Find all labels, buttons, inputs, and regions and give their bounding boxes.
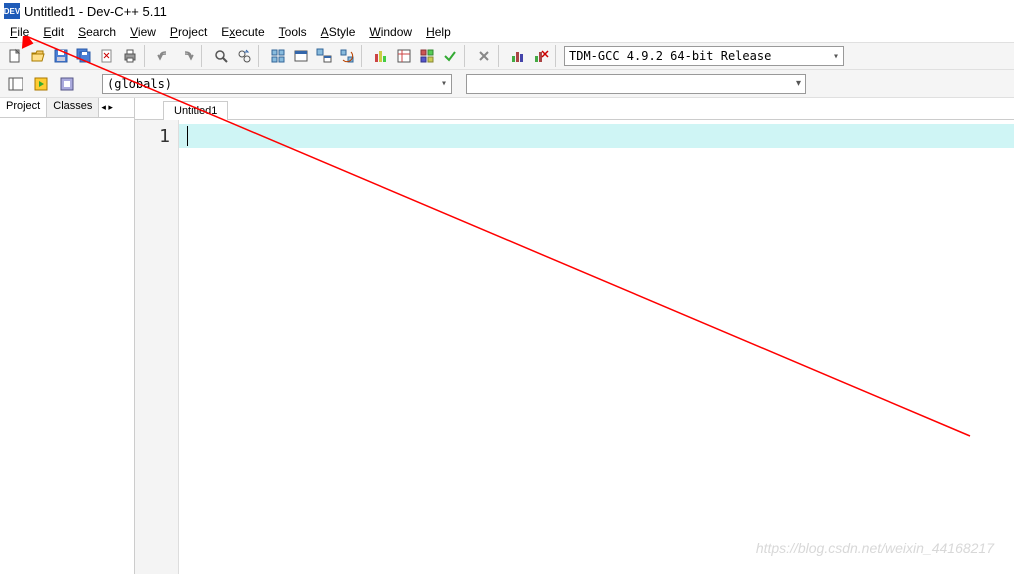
menu-execute[interactable]: Execute xyxy=(215,24,270,40)
class-toolbar: (globals) ▾ ▾ xyxy=(0,70,1014,98)
separator xyxy=(555,45,561,67)
profile-button[interactable] xyxy=(507,45,529,67)
compiler-selected-text: TDM-GCC 4.9.2 64-bit Release xyxy=(569,49,771,63)
editor-tab-untitled1[interactable]: Untitled1 xyxy=(163,101,228,120)
tab-scroll[interactable]: ◂ ▸ xyxy=(99,98,115,117)
code-area[interactable] xyxy=(179,120,1014,574)
side-tabs: Project Classes ◂ ▸ xyxy=(0,98,134,118)
scope-selected-text: (globals) xyxy=(107,77,172,91)
main-area: Project Classes ◂ ▸ Untitled1 1 xyxy=(0,98,1014,574)
tool2-button[interactable] xyxy=(393,45,415,67)
app-icon: DEV xyxy=(4,3,20,19)
debug-stop-button[interactable] xyxy=(473,45,495,67)
separator xyxy=(498,45,504,67)
separator xyxy=(361,45,367,67)
menu-search[interactable]: Search xyxy=(72,24,122,40)
tab-project[interactable]: Project xyxy=(0,98,47,117)
line-number: 1 xyxy=(135,126,170,147)
main-toolbar: TDM-GCC 4.9.2 64-bit Release ▾ xyxy=(0,42,1014,70)
menu-project[interactable]: Project xyxy=(164,24,213,40)
compiler-dropdown[interactable]: TDM-GCC 4.9.2 64-bit Release ▾ xyxy=(564,46,844,66)
menu-view[interactable]: View xyxy=(124,24,162,40)
save-all-button[interactable] xyxy=(73,45,95,67)
menu-edit[interactable]: Edit xyxy=(37,24,70,40)
rebuild-button[interactable] xyxy=(336,45,358,67)
print-button[interactable] xyxy=(119,45,141,67)
scope-dropdown[interactable]: (globals) ▾ xyxy=(102,74,452,94)
goto-decl-button[interactable] xyxy=(4,73,26,95)
open-button[interactable] xyxy=(27,45,49,67)
separator xyxy=(464,45,470,67)
chevron-down-icon: ▾ xyxy=(796,78,801,89)
close-button[interactable] xyxy=(96,45,118,67)
save-button[interactable] xyxy=(50,45,72,67)
undo-button[interactable] xyxy=(153,45,175,67)
menu-help[interactable]: Help xyxy=(420,24,457,40)
compile-button[interactable] xyxy=(267,45,289,67)
text-cursor xyxy=(187,126,188,146)
current-line-highlight xyxy=(179,124,1014,148)
delete-profile-button[interactable] xyxy=(530,45,552,67)
menu-bar: File Edit Search View Project Execute To… xyxy=(0,22,1014,42)
line-gutter: 1 xyxy=(135,120,179,574)
separator xyxy=(144,45,150,67)
menu-file[interactable]: File xyxy=(4,24,35,40)
chevron-down-icon: ▾ xyxy=(441,78,447,89)
editor-area: Untitled1 1 xyxy=(135,98,1014,574)
run-button[interactable] xyxy=(290,45,312,67)
class-browser-button[interactable] xyxy=(56,73,78,95)
menu-astyle[interactable]: AStyle xyxy=(315,24,362,40)
tab-classes[interactable]: Classes xyxy=(47,98,99,117)
check-button[interactable] xyxy=(439,45,461,67)
menu-window[interactable]: Window xyxy=(363,24,418,40)
editor-tabs: Untitled1 xyxy=(135,98,1014,120)
tool3-button[interactable] xyxy=(416,45,438,67)
title-bar: DEV Untitled1 - Dev-C++ 5.11 xyxy=(0,0,1014,22)
separator xyxy=(258,45,264,67)
window-title: Untitled1 - Dev-C++ 5.11 xyxy=(24,4,167,19)
goto-impl-button[interactable] xyxy=(30,73,52,95)
member-dropdown[interactable]: ▾ xyxy=(466,74,806,94)
editor-body: 1 xyxy=(135,120,1014,574)
tool1-button[interactable] xyxy=(370,45,392,67)
separator xyxy=(201,45,207,67)
replace-button[interactable] xyxy=(233,45,255,67)
watermark: https://blog.csdn.net/weixin_44168217 xyxy=(756,540,994,556)
compile-run-button[interactable] xyxy=(313,45,335,67)
redo-button[interactable] xyxy=(176,45,198,67)
new-file-button[interactable] xyxy=(4,45,26,67)
side-panel: Project Classes ◂ ▸ xyxy=(0,98,135,574)
chevron-down-icon: ▾ xyxy=(833,51,839,62)
menu-tools[interactable]: Tools xyxy=(273,24,313,40)
find-button[interactable] xyxy=(210,45,232,67)
